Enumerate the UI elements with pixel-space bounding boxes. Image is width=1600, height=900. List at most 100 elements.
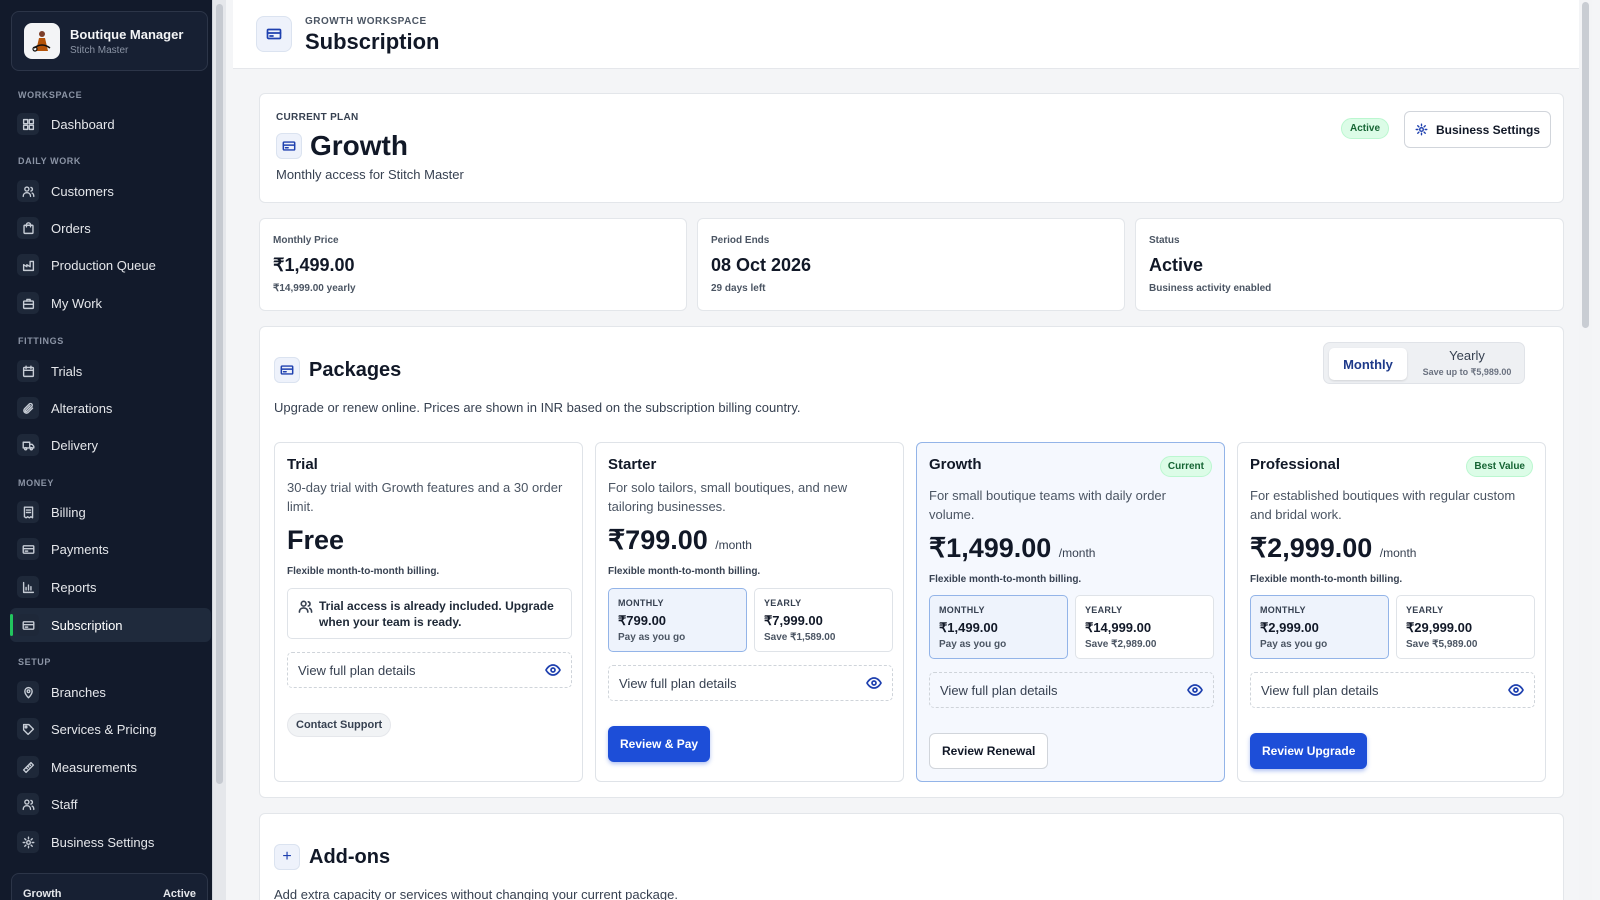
- billing-option-yearly[interactable]: YEARLY ₹14,999.00 Save ₹2,989.00: [1075, 595, 1214, 659]
- price-period: /month: [1379, 546, 1417, 560]
- sidebar-item-orders[interactable]: Orders: [10, 211, 211, 245]
- sidebar-item-alterations[interactable]: Alterations: [10, 391, 211, 425]
- sidebar-item-label: Production Queue: [51, 257, 156, 273]
- plan-price: ₹1,499.00 /month: [929, 533, 1095, 564]
- plan-name: Starter: [608, 456, 657, 473]
- sidebar-item-label: Business Settings: [51, 834, 155, 850]
- briefcase-icon: [17, 292, 39, 314]
- section-daily-work: DAILY WORK: [18, 156, 82, 166]
- sidebar-item-my-work[interactable]: My Work: [10, 286, 211, 320]
- billing-option-monthly[interactable]: MONTHLY ₹1,499.00 Pay as you go: [929, 595, 1068, 659]
- stat-label: Status: [1149, 235, 1180, 246]
- current-plan-label: CURRENT PLAN: [276, 112, 359, 123]
- plan-card-trial: Trial 30-day trial with Growth features …: [274, 442, 583, 782]
- sidebar-item-business-settings[interactable]: Business Settings: [10, 825, 211, 859]
- option-label: YEARLY: [764, 598, 802, 608]
- plan-name: Professional: [1250, 456, 1341, 473]
- sidebar-item-trials[interactable]: Trials: [10, 354, 211, 388]
- addons-section: + Add-ons Add extra capacity or services…: [259, 813, 1564, 900]
- toggle-yearly[interactable]: Yearly Save up to ₹5,989.00: [1414, 348, 1520, 378]
- plan-description: For small boutique teams with daily orde…: [929, 488, 1166, 522]
- contact-support-button[interactable]: Contact Support: [287, 713, 392, 737]
- stat-label: Period Ends: [711, 235, 770, 246]
- toggle-monthly[interactable]: Monthly: [1329, 348, 1407, 380]
- view-details-label: View full plan details: [1261, 682, 1379, 698]
- sidebar-item-dashboard[interactable]: Dashboard: [10, 107, 211, 141]
- view-details-label: View full plan details: [298, 662, 416, 678]
- sidebar-item-customers[interactable]: Customers: [10, 174, 211, 208]
- billing-period-toggle: Monthly Yearly Save up to ₹5,989.00: [1323, 342, 1525, 384]
- view-details-label: View full plan details: [619, 675, 737, 691]
- option-note: Save ₹1,589.00: [764, 632, 836, 643]
- sidebar-item-staff[interactable]: Staff: [10, 787, 211, 821]
- card-icon: [276, 133, 302, 159]
- view-plan-details-button[interactable]: View full plan details: [287, 652, 572, 688]
- factory-icon: [17, 254, 39, 276]
- sidebar-item-measurements[interactable]: Measurements: [10, 750, 211, 784]
- addons-description: Add extra capacity or services without c…: [274, 887, 678, 900]
- stat-card-status: Status Active Business activity enabled: [1135, 218, 1564, 311]
- plan-description: For established boutiques with regular c…: [1250, 488, 1516, 522]
- sidebar-item-delivery[interactable]: Delivery: [10, 428, 211, 462]
- review-upgrade-button[interactable]: Review Upgrade: [1250, 733, 1368, 769]
- stat-label: Monthly Price: [273, 235, 339, 246]
- current-badge: Current: [1159, 456, 1212, 477]
- trial-note-text: Trial access is already included. Upgrad…: [319, 599, 554, 629]
- stat-value: Active: [1149, 255, 1204, 275]
- price-amount: ₹1,499.00: [929, 533, 1052, 563]
- plan-card-professional: Professional Best Value For established …: [1237, 442, 1546, 782]
- stat-card-period-ends: Period Ends 08 Oct 2026 29 days left: [697, 218, 1125, 311]
- toggle-yearly-label: Yearly: [1449, 348, 1485, 363]
- calendar-icon: [17, 360, 39, 382]
- sidebar-plan-status[interactable]: Growth Active: [11, 873, 208, 900]
- sidebar-item-reports[interactable]: Reports: [10, 570, 211, 604]
- option-label: MONTHLY: [939, 605, 985, 615]
- page-header: GROWTH WORKSPACE Subscription: [233, 0, 1592, 69]
- stat-sub: Business activity enabled: [1149, 283, 1272, 294]
- eye-icon: [1187, 684, 1203, 696]
- sidebar-item-label: My Work: [51, 295, 103, 311]
- truck-icon: [17, 434, 39, 456]
- price-period: /month: [1058, 546, 1096, 560]
- stat-sub: 29 days left: [711, 283, 766, 294]
- billing-option-yearly[interactable]: YEARLY ₹29,999.00 Save ₹5,989.00: [1396, 595, 1535, 659]
- review-renewal-button[interactable]: Review Renewal: [929, 733, 1049, 769]
- stat-value: ₹1,499.00: [273, 255, 355, 275]
- brand-switcher[interactable]: Boutique Manager Stitch Master: [11, 11, 208, 71]
- option-label: YEARLY: [1085, 605, 1123, 615]
- main-scrollbar[interactable]: [1579, 0, 1592, 900]
- sidebar-item-label: Dashboard: [51, 116, 115, 132]
- view-plan-details-button[interactable]: View full plan details: [608, 665, 893, 701]
- plan-description: 30-day trial with Growth features and a …: [287, 480, 563, 514]
- billing-option-monthly[interactable]: MONTHLY ₹2,999.00 Pay as you go: [1250, 595, 1389, 659]
- business-settings-button[interactable]: Business Settings: [1404, 111, 1551, 148]
- sidebar-item-production-queue[interactable]: Production Queue: [10, 248, 211, 282]
- plan-card-starter: Starter For solo tailors, small boutique…: [595, 442, 904, 782]
- sidebar-item-label: Billing: [51, 504, 86, 520]
- billing-option-yearly[interactable]: YEARLY ₹7,999.00 Save ₹1,589.00: [754, 588, 893, 652]
- card-icon: [274, 357, 300, 383]
- card-icon: [17, 614, 39, 636]
- sidebar-item-label: Orders: [51, 220, 91, 236]
- price-amount: ₹799.00: [608, 525, 708, 555]
- sidebar-item-label: Branches: [51, 684, 106, 700]
- sidebar-item-services-pricing[interactable]: Services & Pricing: [10, 712, 211, 746]
- view-plan-details-button[interactable]: View full plan details: [1250, 672, 1535, 708]
- view-plan-details-button[interactable]: View full plan details: [929, 672, 1214, 708]
- eye-icon: [545, 664, 561, 676]
- tag-icon: [17, 718, 39, 740]
- review-pay-button[interactable]: Review & Pay: [608, 726, 711, 762]
- option-price: ₹29,999.00: [1406, 620, 1473, 635]
- option-note: Save ₹5,989.00: [1406, 639, 1478, 650]
- sidebar-item-billing[interactable]: Billing: [10, 495, 211, 529]
- option-note: Pay as you go: [1260, 639, 1328, 650]
- sidebar-scrollbar[interactable]: [212, 0, 226, 900]
- sidebar-item-payments[interactable]: Payments: [10, 532, 211, 566]
- billing-option-monthly[interactable]: MONTHLY ₹799.00 Pay as you go: [608, 588, 747, 652]
- sidebar-item-branches[interactable]: Branches: [10, 675, 211, 709]
- sidebar-item-label: Reports: [51, 579, 97, 595]
- current-plan-description: Monthly access for Stitch Master: [276, 167, 464, 182]
- sidebar-item-subscription[interactable]: Subscription: [10, 608, 211, 642]
- price-amount: ₹2,999.00: [1250, 533, 1373, 563]
- sidebar-item-label: Staff: [51, 796, 78, 812]
